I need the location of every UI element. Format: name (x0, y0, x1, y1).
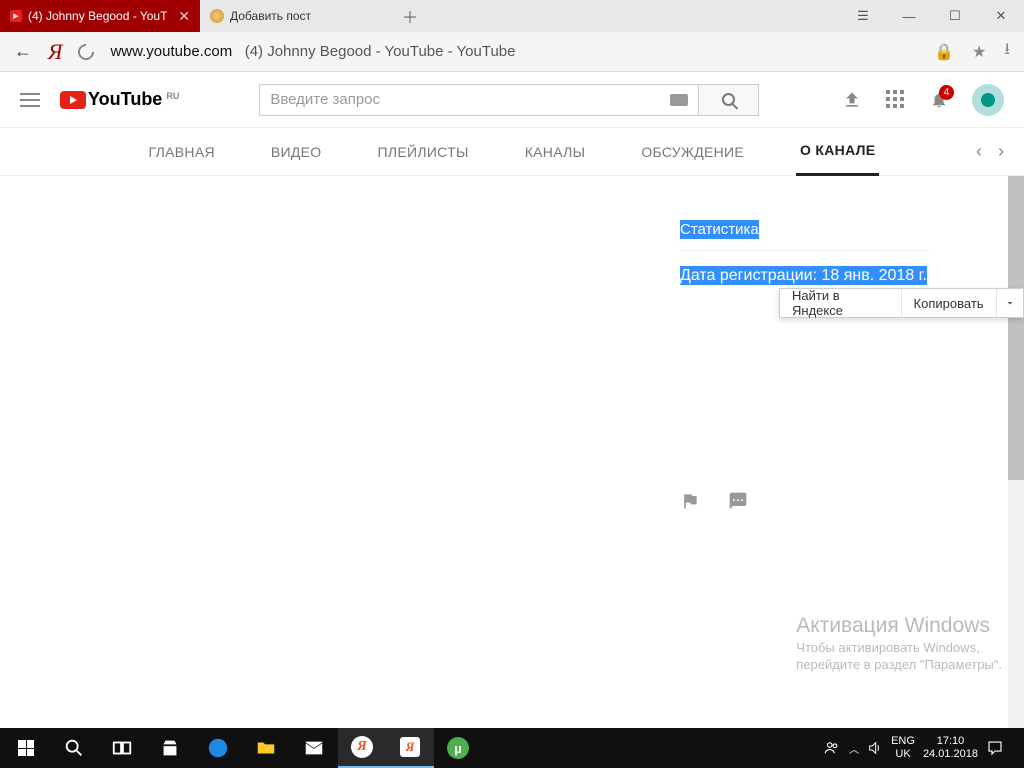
taskbar-store[interactable] (146, 728, 194, 768)
tab-playlists[interactable]: ПЛЕЙЛИСТЫ (373, 129, 472, 175)
keyboard-icon[interactable] (670, 94, 688, 106)
notifications-icon[interactable]: 4 (930, 91, 948, 109)
flag-icon[interactable] (680, 491, 700, 511)
scrollbar-thumb[interactable] (1008, 176, 1024, 480)
avatar[interactable] (972, 84, 1004, 116)
maximize-button[interactable]: ☐ (932, 0, 978, 32)
browser-menu-icon[interactable]: ☰ (840, 0, 886, 32)
channel-tabs: ГЛАВНАЯ ВИДЕО ПЛЕЙЛИСТЫ КАНАЛЫ ОБСУЖДЕНИ… (0, 128, 1024, 176)
context-copy[interactable]: Копировать (902, 289, 997, 317)
browser-tab[interactable]: Добавить пост (200, 0, 390, 32)
tab-next-icon[interactable]: › (998, 141, 1004, 162)
context-more[interactable] (997, 289, 1023, 317)
tab-channels[interactable]: КАНАЛЫ (521, 129, 590, 175)
tab-home[interactable]: ГЛАВНАЯ (145, 129, 219, 175)
close-icon[interactable]: ✕ (178, 8, 190, 25)
new-tab-button[interactable]: ＋ (390, 0, 430, 32)
stats-heading[interactable]: Статистика (680, 221, 930, 251)
address-bar: ← Я www.youtube.com (4) Johnny Begood - … (0, 32, 1024, 72)
show-desktop[interactable] (1012, 728, 1018, 768)
language-indicator[interactable]: ENGUK (891, 735, 915, 761)
context-search-yandex[interactable]: Найти в Яндексе (780, 289, 902, 317)
play-icon (60, 91, 86, 109)
activation-watermark: Активация Windows Чтобы активировать Win… (796, 614, 1002, 672)
reload-icon[interactable] (75, 40, 98, 63)
search-button[interactable] (699, 84, 759, 116)
join-date[interactable]: Дата регистрации: 18 янв. 2018 г. (680, 267, 930, 285)
taskbar-explorer[interactable] (242, 728, 290, 768)
action-center-icon[interactable] (986, 739, 1004, 757)
minimize-button[interactable]: — (886, 0, 932, 32)
taskbar-yandex[interactable]: Я (338, 728, 386, 768)
message-icon[interactable] (728, 491, 748, 511)
tab-title: Добавить пост (230, 9, 311, 23)
search-form (259, 84, 759, 116)
taskbar-torrent[interactable]: µ (434, 728, 482, 768)
bookmark-icon[interactable]: ★ (972, 42, 986, 62)
tab-videos[interactable]: ВИДЕО (267, 129, 326, 175)
start-button[interactable] (2, 728, 50, 768)
region-badge: RU (166, 91, 179, 101)
search-icon (722, 93, 735, 106)
window-controls: ☰ — ☐ ✕ (840, 0, 1024, 32)
tab-title: (4) Johnny Begood - YouT (28, 9, 167, 23)
close-window-button[interactable]: ✕ (978, 0, 1024, 32)
back-button[interactable]: ← (14, 41, 32, 62)
action-icons (680, 491, 748, 511)
menu-icon[interactable] (20, 93, 40, 107)
tray-chevron[interactable]: ︿ (849, 741, 859, 756)
scrollbar[interactable] (1008, 176, 1024, 728)
download-icon[interactable]: ⭳ (1004, 38, 1010, 65)
youtube-favicon: ▶ (10, 10, 22, 22)
clock[interactable]: 17:1024.01.2018 (923, 735, 978, 761)
taskbar-search[interactable] (50, 728, 98, 768)
upload-icon[interactable] (842, 90, 862, 110)
browser-tab-strip: ▶ (4) Johnny Begood - YouT ✕ Добавить по… (0, 0, 1024, 32)
youtube-logo[interactable]: YouTube RU (60, 89, 179, 110)
search-input-wrapper (259, 84, 699, 116)
page-content: Статистика Дата регистрации: 18 янв. 201… (0, 176, 1024, 728)
favicon (210, 9, 224, 23)
browser-tab-active[interactable]: ▶ (4) Johnny Begood - YouT ✕ (0, 0, 200, 32)
taskbar: Я Я µ ︿ ENGUK 17:1024.01.2018 (0, 728, 1024, 768)
youtube-header: YouTube RU 4 (0, 72, 1024, 128)
search-input[interactable] (270, 91, 650, 108)
context-menu: Найти в Яндексе Копировать (779, 288, 1024, 318)
lock-icon: 🔒 (934, 42, 954, 62)
yandex-logo[interactable]: Я (48, 39, 62, 65)
tab-discussion[interactable]: ОБСУЖДЕНИЕ (637, 129, 748, 175)
taskbar-mail[interactable] (290, 728, 338, 768)
apps-icon[interactable] (886, 90, 906, 110)
stats-panel: Статистика Дата регистрации: 18 янв. 201… (680, 221, 930, 285)
people-icon[interactable] (823, 739, 841, 757)
url-display[interactable]: www.youtube.com (4) Johnny Begood - YouT… (110, 43, 515, 60)
notification-badge: 4 (939, 85, 954, 100)
task-view[interactable] (98, 728, 146, 768)
volume-icon[interactable] (867, 740, 883, 756)
tab-prev-icon[interactable]: ‹ (976, 141, 982, 162)
tab-about[interactable]: О КАНАЛЕ (796, 127, 879, 176)
taskbar-yandex-alt[interactable]: Я (386, 728, 434, 768)
taskbar-edge[interactable] (194, 728, 242, 768)
